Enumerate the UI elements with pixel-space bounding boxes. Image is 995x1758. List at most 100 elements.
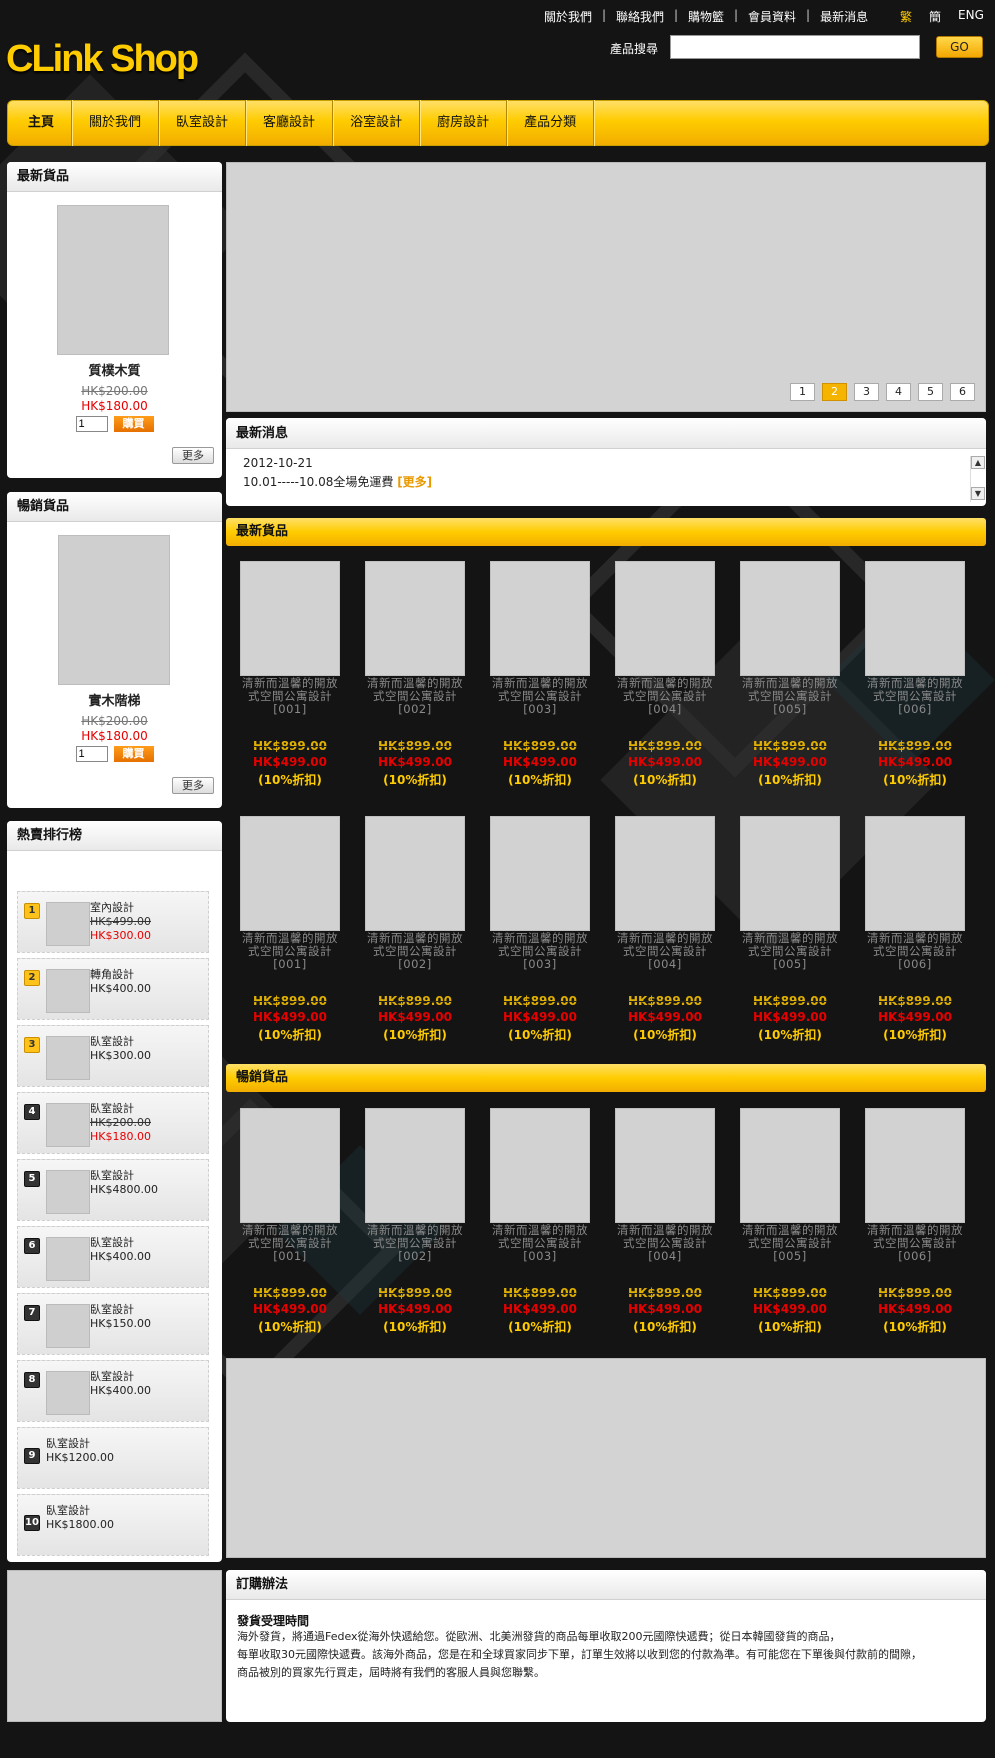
quantity-input[interactable] <box>75 416 108 432</box>
rank-thumbnail[interactable] <box>46 969 90 1013</box>
ranking-item[interactable]: 3 臥室設計 HK$300.00 <box>17 1025 209 1087</box>
rank-item-name[interactable]: 臥室設計 <box>90 1370 151 1384</box>
product-image[interactable] <box>740 1108 840 1223</box>
product-name[interactable]: 清新而溫馨的開放式空間公寓設計[004] <box>615 1224 715 1263</box>
nav-living-room[interactable]: 客廳設計 <box>246 100 334 146</box>
nav-kitchen[interactable]: 廚房設計 <box>420 100 508 146</box>
quantity-input[interactable] <box>75 746 108 762</box>
product-name[interactable]: 質樸木質 <box>7 360 222 379</box>
side-ad-block[interactable] <box>7 1570 222 1722</box>
product-name[interactable]: 清新而溫馨的開放式空間公寓設計[006] <box>865 932 965 971</box>
product-image[interactable] <box>865 1108 965 1223</box>
rank-thumbnail[interactable] <box>46 902 90 946</box>
top-link-cart[interactable]: 購物籃 <box>676 8 738 25</box>
product-image[interactable] <box>240 561 340 676</box>
product-name[interactable]: 清新而溫馨的開放式空間公寓設計[001] <box>240 932 340 971</box>
rank-item-name[interactable]: 臥室設計 <box>90 1303 151 1317</box>
ranking-item[interactable]: 2 轉角設計 HK$400.00 <box>17 958 209 1020</box>
buy-button[interactable]: 購買 <box>113 746 154 762</box>
product-name[interactable]: 清新而溫馨的開放式空間公寓設計[002] <box>365 932 465 971</box>
search-input[interactable] <box>670 35 920 59</box>
lang-simplified[interactable]: 簡 <box>929 8 941 25</box>
rank-item-name[interactable]: 臥室設計 <box>46 1504 114 1518</box>
product-image[interactable] <box>865 816 965 931</box>
rank-item-name[interactable]: 臥室設計 <box>46 1437 114 1451</box>
more-button[interactable]: 更多 <box>172 777 214 794</box>
rank-item-name[interactable]: 臥室設計 <box>90 1169 158 1183</box>
product-image[interactable] <box>865 561 965 676</box>
rank-thumbnail[interactable] <box>46 1170 90 1214</box>
rank-item-name[interactable]: 臥室設計 <box>90 1035 151 1049</box>
ranking-item[interactable]: 1 室內設計 HK$499.00 HK$300.00 <box>17 891 209 953</box>
top-link-contact[interactable]: 聯絡我們 <box>604 8 678 25</box>
site-logo[interactable]: CLink Shop <box>6 38 199 81</box>
product-name[interactable]: 清新而溫馨的開放式空間公寓設計[004] <box>615 677 715 716</box>
banner-page-5[interactable]: 5 <box>918 383 943 401</box>
product-name[interactable]: 清新而溫馨的開放式空間公寓設計[004] <box>615 932 715 971</box>
rank-thumbnail[interactable] <box>46 1036 90 1080</box>
product-name[interactable]: 清新而溫馨的開放式空間公寓設計[001] <box>240 1224 340 1263</box>
buy-button[interactable]: 購買 <box>113 416 154 432</box>
banner-page-4[interactable]: 4 <box>886 383 911 401</box>
news-scrollbar[interactable]: ▲ ▼ <box>970 456 985 502</box>
product-name[interactable]: 清新而溫馨的開放式空間公寓設計[005] <box>740 1224 840 1263</box>
product-image[interactable] <box>58 535 170 685</box>
rank-item-name[interactable]: 臥室設計 <box>90 1236 151 1250</box>
banner-page-3[interactable]: 3 <box>854 383 879 401</box>
lang-traditional[interactable]: 繁 <box>900 8 912 25</box>
top-link-member[interactable]: 會員資料 <box>736 8 810 25</box>
product-image[interactable] <box>615 561 715 676</box>
ranking-item[interactable]: 10 臥室設計 HK$1800.00 <box>17 1494 209 1556</box>
product-name[interactable]: 清新而溫馨的開放式空間公寓設計[003] <box>490 677 590 716</box>
rank-thumbnail[interactable] <box>46 1237 90 1281</box>
banner-slideshow[interactable]: 1 2 3 4 5 6 <box>226 162 986 412</box>
news-more-link[interactable]: [更多] <box>397 475 432 489</box>
ranking-item[interactable]: 5 臥室設計 HK$4800.00 <box>17 1159 209 1221</box>
ranking-item[interactable]: 9 臥室設計 HK$1200.00 <box>17 1427 209 1489</box>
nav-bedroom[interactable]: 臥室設計 <box>159 100 247 146</box>
rank-item-name[interactable]: 室內設計 <box>90 901 151 915</box>
nav-home[interactable]: 主頁 <box>11 100 73 146</box>
news-text[interactable]: 10.01-----10.08全場免運費 <box>243 475 393 489</box>
product-name[interactable]: 清新而溫馨的開放式空間公寓設計[005] <box>740 677 840 716</box>
product-image[interactable] <box>615 816 715 931</box>
search-go-button[interactable]: GO <box>936 36 983 58</box>
banner-page-2[interactable]: 2 <box>822 383 847 401</box>
ranking-item[interactable]: 4 臥室設計 HK$200.00 HK$180.00 <box>17 1092 209 1154</box>
more-button[interactable]: 更多 <box>172 447 214 464</box>
product-image[interactable] <box>490 1108 590 1223</box>
news-item[interactable]: 10.01-----10.08全場免運費 [更多] <box>243 473 432 490</box>
product-image[interactable] <box>740 816 840 931</box>
product-image[interactable] <box>57 205 169 355</box>
product-name[interactable]: 清新而溫馨的開放式空間公寓設計[002] <box>365 1224 465 1263</box>
product-name[interactable]: 清新而溫馨的開放式空間公寓設計[006] <box>865 1224 965 1263</box>
product-image[interactable] <box>490 561 590 676</box>
product-image[interactable] <box>365 816 465 931</box>
product-image[interactable] <box>365 561 465 676</box>
product-name[interactable]: 清新而溫馨的開放式空間公寓設計[001] <box>240 677 340 716</box>
rank-thumbnail[interactable] <box>46 1304 90 1348</box>
top-link-news[interactable]: 最新消息 <box>808 8 880 25</box>
product-image[interactable] <box>490 816 590 931</box>
banner-page-1[interactable]: 1 <box>790 383 815 401</box>
product-name[interactable]: 清新而溫馨的開放式空間公寓設計[006] <box>865 677 965 716</box>
rank-thumbnail[interactable] <box>46 1103 90 1147</box>
product-name[interactable]: 清新而溫馨的開放式空間公寓設計[003] <box>490 932 590 971</box>
ranking-item[interactable]: 6 臥室設計 HK$400.00 <box>17 1226 209 1288</box>
scroll-up-icon[interactable]: ▲ <box>971 456 985 469</box>
nav-about[interactable]: 關於我們 <box>72 100 160 146</box>
product-image[interactable] <box>615 1108 715 1223</box>
product-name[interactable]: 清新而溫馨的開放式空間公寓設計[003] <box>490 1224 590 1263</box>
rank-thumbnail[interactable] <box>46 1371 90 1415</box>
product-image[interactable] <box>365 1108 465 1223</box>
lang-english[interactable]: ENG <box>958 8 984 25</box>
scroll-track[interactable] <box>971 469 985 487</box>
product-image[interactable] <box>240 816 340 931</box>
promo-banner[interactable] <box>226 1358 986 1558</box>
nav-categories[interactable]: 產品分類 <box>507 100 595 146</box>
product-name[interactable]: 清新而溫馨的開放式空間公寓設計[005] <box>740 932 840 971</box>
rank-item-name[interactable]: 臥室設計 <box>90 1102 151 1116</box>
product-name[interactable]: 實木階梯 <box>7 690 222 709</box>
rank-item-name[interactable]: 轉角設計 <box>90 968 151 982</box>
scroll-down-icon[interactable]: ▼ <box>971 487 985 500</box>
